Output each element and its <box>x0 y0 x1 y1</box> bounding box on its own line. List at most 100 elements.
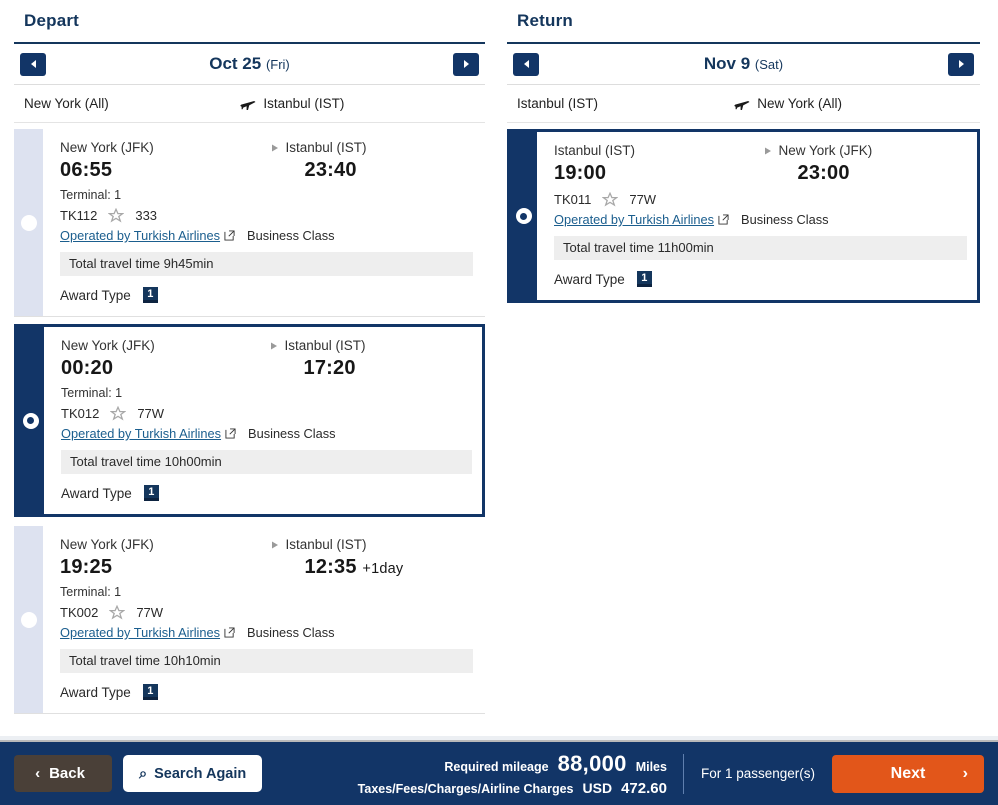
award-type-badge[interactable]: 1 <box>142 287 158 303</box>
arrival-time: 23:40 <box>304 159 357 181</box>
departure-city: New York (JFK) <box>61 338 155 353</box>
return-prev-day-button[interactable] <box>513 52 539 76</box>
arrival-city: Istanbul (IST) <box>285 140 367 155</box>
taxes-amount: 472.60 <box>621 779 667 797</box>
return-destination: New York (All) <box>757 96 843 111</box>
award-type-badge[interactable]: 1 <box>142 684 158 700</box>
chevron-right-icon: › <box>962 764 968 782</box>
depart-date-label: Oct 25 (Fri) <box>46 54 453 74</box>
return-next-day-button[interactable] <box>948 52 974 76</box>
return-date-navigation: Nov 9 (Sat) <box>507 44 980 85</box>
award-type-badge[interactable]: 1 <box>143 485 159 501</box>
total-travel-time: Total travel time 10h00min <box>61 450 472 474</box>
aircraft-equipment: 77W <box>137 406 165 421</box>
flight-number: TK012 <box>61 406 100 421</box>
return-flight-list: Istanbul (IST) 19:00 New York (JFK) 23:0… <box>507 123 980 303</box>
operated-by-text: Operated by Turkish Airlines <box>60 228 221 243</box>
external-link-icon <box>224 627 235 638</box>
flight-selection-page: Depart Oct 25 (Fri) New York (All) Istan… <box>0 0 998 805</box>
departure-city: Istanbul (IST) <box>554 143 636 158</box>
triangle-right-icon <box>271 144 278 152</box>
flight-card-selected[interactable]: Istanbul (IST) 19:00 New York (JFK) 23:0… <box>507 129 980 303</box>
flight-select-rail[interactable] <box>14 526 43 713</box>
flight-leg: New York (JFK) 06:55 Istanbul (IST) 23:4… <box>60 139 485 186</box>
flight-card-body: Istanbul (IST) 19:00 New York (JFK) 23:0… <box>537 132 977 300</box>
departure-segment: New York (JFK) 00:20 <box>61 337 272 384</box>
mileage-unit: Miles <box>635 759 667 774</box>
operator-row: Operated by Turkish Airlines Business Cl… <box>60 228 485 243</box>
operated-by-link[interactable]: Operated by Turkish Airlines <box>60 228 235 243</box>
flight-card[interactable]: New York (JFK) 06:55 Istanbul (IST) 23:4… <box>14 129 485 317</box>
flight-radio-button[interactable] <box>22 412 39 429</box>
departure-time: 19:00 <box>554 162 607 184</box>
aircraft-equipment: 77W <box>136 605 164 620</box>
currency-code: USD <box>582 779 613 796</box>
flight-radio-dot <box>25 219 32 226</box>
arrival-city-wrap: Istanbul (IST) <box>270 337 483 355</box>
departure-segment: Istanbul (IST) 19:00 <box>554 142 766 189</box>
flight-select-rail[interactable] <box>17 327 44 514</box>
total-travel-time: Total travel time 9h45min <box>60 252 473 276</box>
departure-segment: New York (JFK) 06:55 <box>60 139 273 186</box>
award-type-badge[interactable]: 1 <box>636 271 652 287</box>
operated-by-link[interactable]: Operated by Turkish Airlines <box>60 625 235 640</box>
triangle-right-icon <box>271 541 278 549</box>
back-button[interactable]: ‹ Back <box>14 755 112 792</box>
depart-next-day-button[interactable] <box>453 52 479 76</box>
flight-card-selected[interactable]: New York (JFK) 00:20 Istanbul (IST) 17:2… <box>14 324 485 517</box>
flight-select-rail[interactable] <box>14 129 43 316</box>
operated-by-link[interactable]: Operated by Turkish Airlines <box>61 426 236 441</box>
aircraft-equipment: 77W <box>629 192 657 207</box>
operated-by-link[interactable]: Operated by Turkish Airlines <box>554 212 729 227</box>
external-link-icon <box>718 214 729 225</box>
booking-footer: ‹ Back ⌕ Search Again Required mileage 8… <box>0 740 998 805</box>
airplane-icon <box>240 100 256 110</box>
chevron-left-icon <box>30 60 36 68</box>
departure-city: New York (JFK) <box>60 537 154 552</box>
arrival-segment: New York (JFK) 23:00 <box>764 142 978 189</box>
cabin-class: Business Class <box>741 212 829 227</box>
star-alliance-icon <box>110 406 127 421</box>
operated-by-text: Operated by Turkish Airlines <box>554 212 715 227</box>
flight-radio-button[interactable] <box>515 208 532 224</box>
flight-number: TK112 <box>60 208 98 223</box>
flight-select-rail[interactable] <box>510 132 537 300</box>
departure-segment: New York (JFK) 19:25 <box>60 536 273 583</box>
next-button[interactable]: Next › <box>832 754 984 793</box>
depart-prev-day-button[interactable] <box>20 52 46 76</box>
award-type-label: Award Type <box>60 684 131 700</box>
departure-time: 19:25 <box>60 556 113 578</box>
award-type-row: Award Type 1 <box>61 485 482 501</box>
arrival-time-wrap: 12:35 +1day <box>281 554 486 583</box>
arrival-time: 23:00 <box>797 162 850 184</box>
next-button-label: Next <box>890 764 926 782</box>
depart-route-row: New York (All) Istanbul (IST) <box>14 85 485 123</box>
operated-by-text: Operated by Turkish Airlines <box>61 426 222 441</box>
flight-card-body: New York (JFK) 00:20 Istanbul (IST) 17:2… <box>44 327 482 514</box>
search-again-button[interactable]: ⌕ Search Again <box>123 755 263 792</box>
triangle-right-icon <box>270 342 277 350</box>
depart-date-navigation: Oct 25 (Fri) <box>14 44 485 85</box>
depart-column: Depart Oct 25 (Fri) New York (All) Istan… <box>0 0 499 740</box>
required-mileage-value: 88,000 <box>557 750 627 776</box>
operated-by-text: Operated by Turkish Airlines <box>60 625 221 640</box>
return-day-of-week: (Sat) <box>754 57 784 72</box>
arrival-city-wrap: Istanbul (IST) <box>271 139 486 157</box>
arrival-plus-day: +1day <box>362 561 404 577</box>
arrival-city-wrap: Istanbul (IST) <box>271 536 486 554</box>
depart-day-of-week: (Fri) <box>265 57 290 72</box>
flight-number: TK002 <box>60 605 99 620</box>
cabin-class: Business Class <box>248 426 336 441</box>
external-link-icon <box>225 428 236 439</box>
flight-card[interactable]: New York (JFK) 19:25 Istanbul (IST) 12:3… <box>14 526 485 714</box>
flight-radio-button[interactable] <box>20 214 37 231</box>
arrival-segment: Istanbul (IST) 23:40 <box>271 139 486 186</box>
flight-radio-button[interactable] <box>20 611 37 628</box>
departure-time: 06:55 <box>60 159 113 181</box>
flight-leg: Istanbul (IST) 19:00 New York (JFK) 23:0… <box>554 142 977 189</box>
arrival-time-wrap: 23:00 <box>774 160 978 189</box>
flight-radio-dot <box>27 417 34 424</box>
arrival-city-wrap: New York (JFK) <box>764 142 978 160</box>
operator-row: Operated by Turkish Airlines Business Cl… <box>61 426 482 441</box>
flight-leg: New York (JFK) 00:20 Istanbul (IST) 17:2… <box>61 337 482 384</box>
